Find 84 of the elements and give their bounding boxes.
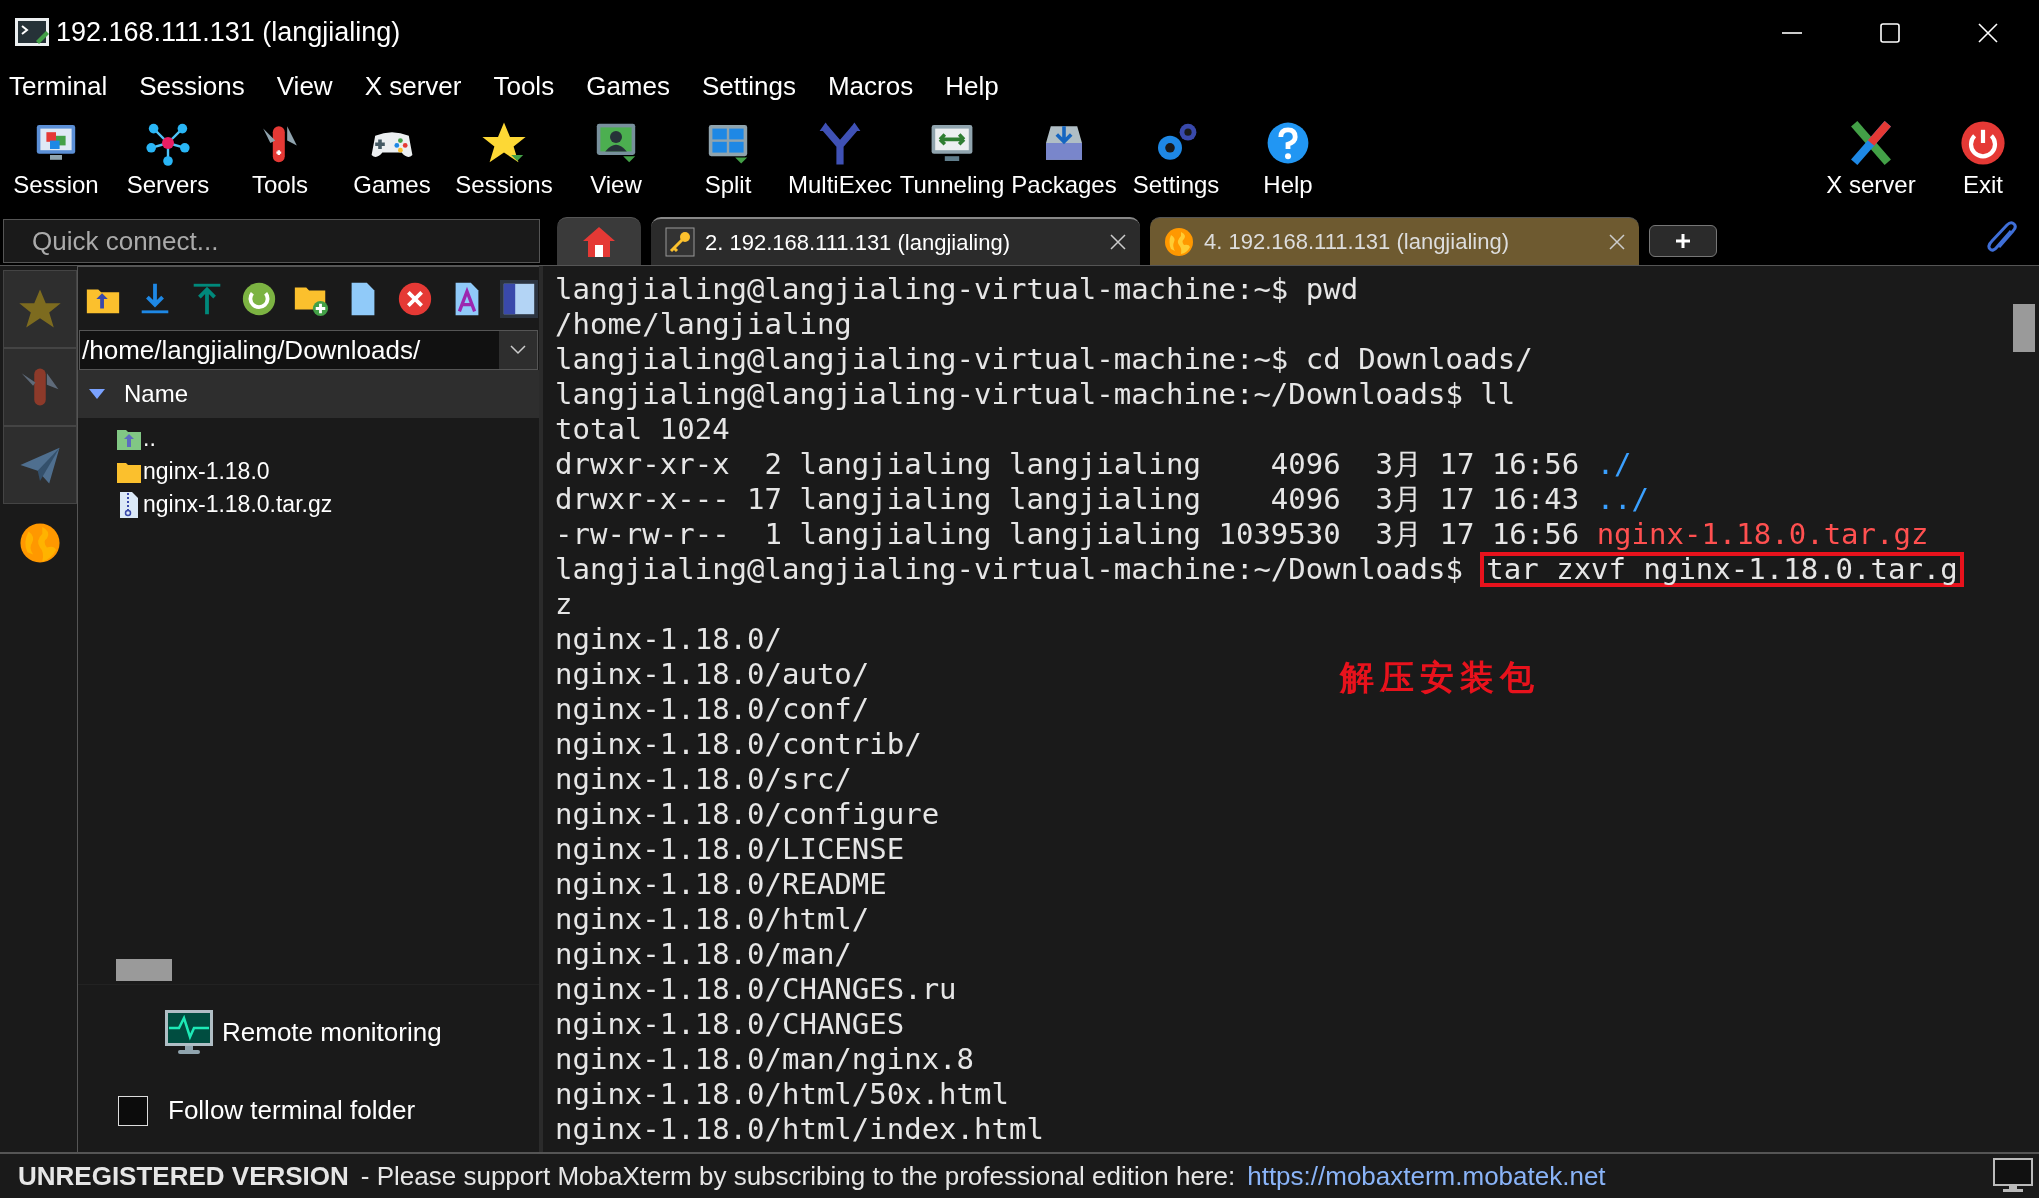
annotation-text: 解压安装包 — [1340, 656, 1540, 699]
key-icon — [665, 227, 695, 257]
terminal-text: nginx-1.18.0/html/ — [555, 902, 870, 936]
maximize-icon[interactable] — [1879, 21, 1901, 44]
toolbar-button[interactable]: Tunneling — [896, 109, 1008, 206]
sort-triangle-icon — [88, 388, 106, 400]
terminal-text: nginx-1.18.0/contrib/ — [555, 727, 922, 761]
menu-item[interactable]: Terminal — [9, 66, 108, 106]
menu-item[interactable]: Settings — [701, 66, 796, 106]
close-icon[interactable] — [1110, 234, 1126, 250]
chevron-down-icon[interactable] — [510, 345, 526, 355]
menu-item[interactable]: Sessions — [139, 66, 245, 106]
panel-icon[interactable] — [500, 279, 538, 318]
menu-item[interactable]: Tools — [493, 66, 555, 106]
status-message: - Please support MobaXterm by subscribing to the professional edition here: — [360, 1159, 1236, 1193]
toolbar-button[interactable]: Sessions — [448, 109, 560, 206]
toolbar-button[interactable]: Exit — [1927, 109, 2039, 206]
globe-icon — [1164, 226, 1194, 257]
monitor-icon[interactable] — [1993, 1158, 2033, 1194]
terminal-text: langjialing@langjialing-virtual-machine:~$ cd Downloads/ — [555, 342, 1533, 376]
window-title: 192.168.111.131 (langjialing) — [56, 16, 401, 50]
toolbar-button[interactable]: Session — [0, 109, 112, 206]
checkbox[interactable] — [118, 1095, 148, 1126]
terminal-text: langjialing@langjialing-virtual-machine:~$ pwd — [555, 272, 1359, 306]
terminal-text: langjialing@langjialing-virtual-machine:~/Downloads$ ll — [555, 377, 1516, 411]
terminal-text: ../ — [1596, 482, 1650, 516]
terminal-text: nginx-1.18.0/ — [555, 622, 782, 656]
toolbar-button[interactable]: X server — [1815, 109, 1927, 206]
toolbar-button[interactable]: Split — [672, 109, 784, 206]
new-tab-button[interactable] — [1648, 225, 1717, 257]
toolbar-button[interactable]: Servers — [112, 109, 224, 206]
terminal-text: nginx-1.18.0/src/ — [555, 762, 852, 796]
menu-item[interactable]: Macros — [827, 66, 914, 106]
file-name[interactable]: nginx-1.18.0.tar.gz — [143, 487, 333, 522]
terminal-text: /home/langjialing — [555, 307, 852, 341]
path-field[interactable]: /home/langjialing/Downloads/ — [79, 330, 538, 370]
terminal-text: nginx-1.18.0/man/ — [555, 937, 852, 971]
menu-item[interactable]: View — [276, 66, 333, 106]
toolbar-button[interactable]: Settings — [1120, 109, 1232, 206]
toolbar-button[interactable]: Help — [1232, 109, 1344, 206]
home-tab[interactable] — [557, 217, 641, 265]
toolbar-button[interactable]: Games — [336, 109, 448, 206]
terminal-text: langjialing@langjialing-virtual-machine:~/Downloads$ — [555, 552, 1464, 586]
file-name[interactable]: nginx-1.18.0 — [143, 454, 270, 489]
menu-item[interactable]: Help — [945, 66, 999, 106]
remote-monitoring-button[interactable]: Remote monitoring — [164, 1009, 442, 1055]
monitor-icon — [164, 1009, 214, 1055]
terminal-text: nginx-1.18.0/README — [555, 867, 887, 901]
terminal-text: -rw-rw-r-- 1 langjialing langjialing 1039530 3月 17 16:56 — [555, 517, 1581, 551]
terminal-text: nginx-1.18.0/man/nginx.8 — [555, 1042, 975, 1076]
terminal-text: nginx-1.18.0.tar.gz — [1596, 517, 1929, 551]
checkbox-label: Follow terminal folder — [168, 1094, 416, 1127]
file-name[interactable]: .. — [143, 421, 156, 456]
session-tab[interactable]: 4. 192.168.111.131 (langjialing) — [1150, 217, 1639, 265]
terminal-text: drwxr-x--- 17 langjialing langjialing 4096 3月 17 16:43 — [555, 482, 1581, 516]
terminal-text: nginx-1.18.0/conf/ — [555, 692, 870, 726]
menu-item[interactable]: X server — [364, 66, 462, 106]
scrollbar-thumb[interactable] — [2013, 304, 2035, 352]
terminal-text: nginx-1.18.0/CHANGES — [555, 1007, 905, 1041]
terminal-text: nginx-1.18.0/html/50x.html — [555, 1077, 1009, 1111]
terminal-text: z — [555, 587, 573, 621]
website-link[interactable]: https://mobaxterm.mobatek.net — [1247, 1156, 1606, 1196]
terminal-text: nginx-1.18.0/html/index.html — [555, 1112, 1044, 1146]
quick-connect-field[interactable]: Quick connect... — [3, 219, 540, 263]
status-label: UNREGISTERED VERSION — [18, 1159, 349, 1193]
session-tab[interactable]: 2. 192.168.111.131 (langjialing) — [651, 217, 1140, 265]
toolbar-button[interactable]: Tools — [224, 109, 336, 206]
home-icon — [581, 224, 617, 259]
toolbar-button[interactable]: View — [560, 109, 672, 206]
terminal-text: nginx-1.18.0/LICENSE — [555, 832, 905, 866]
plus-icon — [1673, 232, 1692, 250]
power-icon — [1959, 118, 2007, 167]
menu-item[interactable]: Games — [586, 66, 670, 106]
terminal-text: nginx-1.18.0/CHANGES.ru — [555, 972, 957, 1006]
terminal-text: nginx-1.18.0/configure — [555, 797, 940, 831]
terminal-text: drwxr-xr-x 2 langjialing langjialing 4096 3月 17 16:56 — [555, 447, 1581, 481]
highlighted-command: tar zxvf nginx-1.18.0.tar.g — [1480, 552, 1964, 587]
toolbar-button[interactable]: MultiExec — [784, 109, 896, 206]
scrollbar-thumb[interactable] — [116, 959, 172, 981]
toolbar-button[interactable]: Packages — [1008, 109, 1120, 206]
terminal-text: ./ — [1596, 447, 1632, 481]
terminal-text: nginx-1.18.0/auto/ — [555, 657, 870, 691]
column-header[interactable]: Name — [78, 370, 539, 418]
terminal-text: total 1024 — [555, 412, 730, 446]
